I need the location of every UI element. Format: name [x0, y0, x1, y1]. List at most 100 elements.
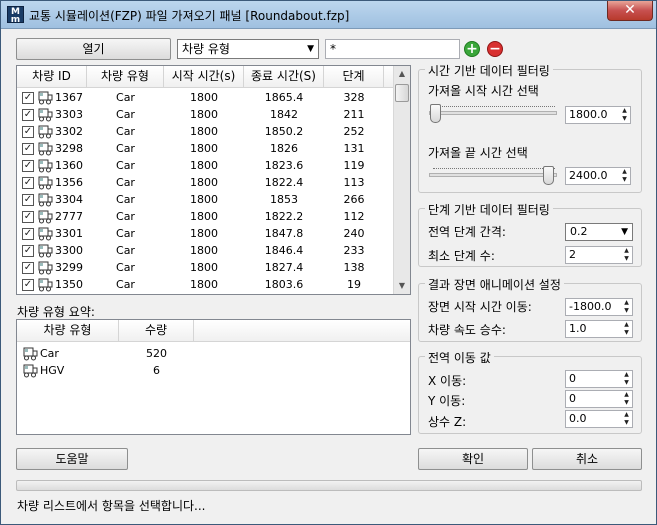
spinner-arrows-icon[interactable]: ▲ ▼ — [621, 247, 632, 263]
filter-field-select[interactable]: 차량 유형 ▼ — [177, 39, 319, 59]
cell-type: Car — [116, 91, 135, 104]
title-bar[interactable]: Mm 교통 시뮬레이션(FZP) 파일 가져오기 패널 [Roundabout.… — [1, 1, 656, 29]
min-steps-spinner[interactable]: 2 ▲ ▼ — [565, 246, 633, 264]
cell-steps: 138 — [343, 261, 365, 274]
spinner-arrows-icon[interactable]: ▲ ▼ — [621, 391, 632, 407]
cell-type: Car — [116, 176, 135, 189]
cell-id: 3300 — [55, 244, 83, 257]
table-row[interactable]: ✓ 3299 Car 1800 1827.4 138 — [17, 259, 384, 276]
table-row[interactable]: ✓ 1356 Car 1800 1822.4 113 — [17, 174, 384, 191]
summary-row[interactable]: HGV 6 — [17, 362, 194, 379]
step-filter-group: 단계 기반 데이터 필터링 전역 단계 간격: 0.2 ▼ 최소 단계 수: 2… — [418, 201, 642, 267]
summary-header: 차량 유형 수량 — [17, 320, 410, 342]
spinner-arrows-icon[interactable]: ▲ ▼ — [621, 299, 632, 315]
cell-start: 1800 — [190, 244, 218, 257]
table-row[interactable]: ✓ 2777 Car 1800 1822.2 112 — [17, 208, 384, 225]
min-steps-label: 최소 단계 수: — [428, 249, 495, 263]
y-offset-value: 0 — [569, 392, 576, 405]
row-checkbox[interactable]: ✓ — [22, 193, 34, 206]
col-vehicle-id[interactable]: 차량 ID — [17, 66, 87, 87]
cell-steps: 240 — [343, 227, 365, 240]
end-time-spinner[interactable]: 2400.0 ▲ ▼ — [565, 167, 631, 185]
spinner-arrows-icon[interactable]: ▲ ▼ — [619, 168, 630, 184]
step-interval-select[interactable]: 0.2 ▼ — [565, 223, 633, 241]
table-row[interactable]: ✓ 3302 Car 1800 1850.2 252 — [17, 123, 384, 140]
z-constant-spinner[interactable]: 0.0 ▲ ▼ — [565, 410, 633, 428]
col-steps[interactable]: 단계 — [324, 66, 384, 87]
add-filter-button[interactable]: + — [464, 41, 480, 57]
time-shift-spinner[interactable]: -1800.0 ▲ ▼ — [565, 298, 633, 316]
col-end-time[interactable]: 종료 시간(S) — [244, 66, 324, 87]
cancel-button[interactable]: 취소 — [532, 448, 642, 470]
start-time-slider[interactable] — [430, 104, 441, 123]
y-offset-spinner[interactable]: 0 ▲ ▼ — [565, 390, 633, 408]
cell-type: Car — [116, 210, 135, 223]
start-time-spinner[interactable]: 1800.0 ▲ ▼ — [565, 106, 631, 124]
row-checkbox[interactable]: ✓ — [22, 108, 34, 121]
summary-row[interactable]: Car 520 — [17, 345, 194, 362]
cell-type: Car — [116, 278, 135, 291]
global-offset-title: 전역 이동 값 — [425, 349, 494, 366]
cell-type: Car — [116, 261, 135, 274]
table-row[interactable]: ✓ 3301 Car 1800 1847.8 240 — [17, 225, 384, 242]
ok-button[interactable]: 확인 — [418, 448, 528, 470]
table-row[interactable]: ✓ 1360 Car 1800 1823.6 119 — [17, 157, 384, 174]
spinner-arrows-icon[interactable]: ▲ ▼ — [619, 107, 630, 123]
row-checkbox[interactable]: ✓ — [22, 210, 34, 223]
x-offset-spinner[interactable]: 0 ▲ ▼ — [565, 370, 633, 388]
app-logo-icon: Mm — [7, 6, 24, 25]
scroll-thumb[interactable] — [395, 84, 409, 102]
minus-icon: − — [489, 41, 501, 57]
vehicle-list-scrollbar[interactable]: ▲ ▼ — [393, 66, 410, 294]
spinner-arrows-icon[interactable]: ▲ ▼ — [621, 321, 632, 337]
cell-id: 1356 — [55, 176, 83, 189]
start-time-label: 가져올 시작 시간 선택 — [428, 84, 539, 98]
cell-summary-type: HGV — [40, 364, 65, 377]
z-constant-value: 0.0 — [569, 412, 587, 425]
col-summary-type[interactable]: 차량 유형 — [17, 320, 119, 341]
end-time-slider[interactable] — [543, 166, 554, 185]
remove-filter-button[interactable]: − — [487, 41, 503, 57]
cell-steps: 19 — [347, 278, 361, 291]
cell-start: 1800 — [190, 142, 218, 155]
col-vehicle-type[interactable]: 차량 유형 — [87, 66, 164, 87]
row-checkbox[interactable]: ✓ — [22, 278, 34, 291]
table-row[interactable]: ✓ 1350 Car 1800 1803.6 19 — [17, 276, 384, 293]
vehicle-icon — [37, 244, 55, 258]
vehicle-list[interactable]: 차량 ID 차량 유형 시작 시간(s) 종료 시간(S) 단계 ✓ 1367 Ca… — [16, 65, 411, 295]
x-offset-value: 0 — [569, 372, 576, 385]
col-summary-count[interactable]: 수량 — [119, 320, 194, 341]
row-checkbox[interactable]: ✓ — [22, 244, 34, 257]
scroll-down-icon[interactable]: ▼ — [394, 278, 410, 294]
row-checkbox[interactable]: ✓ — [22, 125, 34, 138]
cell-steps: 266 — [343, 193, 365, 206]
row-checkbox[interactable]: ✓ — [22, 159, 34, 172]
table-row[interactable]: ✓ 3300 Car 1800 1846.4 233 — [17, 242, 384, 259]
end-time-label: 가져올 끝 시간 선택 — [428, 146, 528, 160]
table-row[interactable]: ✓ 3304 Car 1800 1853 266 — [17, 191, 384, 208]
row-checkbox[interactable]: ✓ — [22, 261, 34, 274]
spinner-arrows-icon[interactable]: ▲ ▼ — [621, 411, 632, 427]
table-row[interactable]: ✓ 3298 Car 1800 1826 131 — [17, 140, 384, 157]
scroll-up-icon[interactable]: ▲ — [394, 66, 410, 82]
row-checkbox[interactable]: ✓ — [22, 142, 34, 155]
col-start-time[interactable]: 시작 시간(s) — [164, 66, 244, 87]
speed-multiplier-spinner[interactable]: 1.0 ▲ ▼ — [565, 320, 633, 338]
row-checkbox[interactable]: ✓ — [22, 91, 34, 104]
spinner-arrows-icon[interactable]: ▲ ▼ — [621, 371, 632, 387]
cell-start: 1800 — [190, 91, 218, 104]
help-button[interactable]: 도움말 — [16, 448, 128, 470]
filter-pattern-input[interactable]: * — [325, 39, 460, 59]
table-row[interactable]: ✓ 3303 Car 1800 1842 211 — [17, 106, 384, 123]
close-button[interactable]: ✕ — [607, 1, 653, 21]
cell-start: 1800 — [190, 125, 218, 138]
cell-start: 1800 — [190, 278, 218, 291]
open-button[interactable]: 열기 — [16, 38, 171, 60]
table-row[interactable]: ✓ 1367 Car 1800 1865.4 328 — [17, 89, 384, 106]
cell-type: Car — [116, 244, 135, 257]
cell-end: 1803.6 — [264, 278, 304, 291]
summary-list[interactable]: 차량 유형 수량 Car 520 HGV 6 — [16, 319, 411, 435]
row-checkbox[interactable]: ✓ — [22, 227, 34, 240]
row-checkbox[interactable]: ✓ — [22, 176, 34, 189]
cell-summary-count: 6 — [153, 364, 160, 377]
